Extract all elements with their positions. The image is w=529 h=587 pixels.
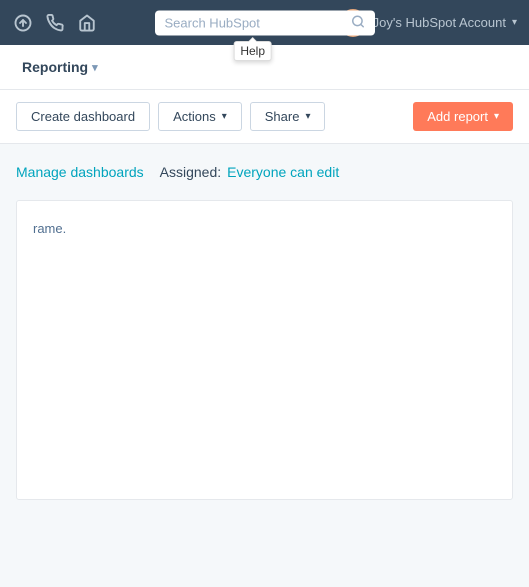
add-report-caret-icon: ▾: [494, 111, 499, 122]
account-name: Joy's HubSpot Account: [373, 15, 506, 30]
assigned-value[interactable]: Everyone can edit: [227, 164, 339, 180]
content-header: Manage dashboards Assigned: Everyone can…: [16, 164, 513, 180]
search-icon[interactable]: [351, 14, 365, 31]
assigned-section: Assigned: Everyone can edit: [160, 164, 340, 180]
manage-dashboards-link[interactable]: Manage dashboards: [16, 164, 144, 180]
search-bar: [155, 10, 375, 35]
add-report-button[interactable]: Add report ▾: [413, 102, 513, 131]
help-tooltip: Help: [233, 41, 272, 61]
phone-icon[interactable]: [44, 12, 66, 34]
main-content: Manage dashboards Assigned: Everyone can…: [0, 144, 529, 520]
share-button[interactable]: Share ▾: [250, 102, 326, 131]
search-input[interactable]: [165, 15, 345, 30]
share-caret-icon: ▾: [305, 111, 310, 122]
upload-icon[interactable]: [12, 12, 34, 34]
actions-caret-icon: ▾: [222, 111, 227, 122]
store-icon[interactable]: [76, 12, 98, 34]
reporting-caret-icon: ▾: [92, 61, 98, 74]
frame-text: rame.: [17, 201, 512, 256]
toolbar: Create dashboard Actions ▾ Share ▾ Add r…: [0, 90, 529, 144]
create-dashboard-button[interactable]: Create dashboard: [16, 102, 150, 131]
top-nav: ? Help J Joy's HubSpot Account ▾: [0, 0, 529, 45]
reporting-label: Reporting: [22, 59, 88, 75]
nav-icons-left: [12, 12, 98, 34]
dashboard-area: rame.: [16, 200, 513, 500]
actions-button[interactable]: Actions ▾: [158, 102, 242, 131]
account-caret-icon: ▾: [512, 17, 517, 28]
assigned-label: Assigned:: [160, 164, 221, 180]
reporting-nav-btn[interactable]: Reporting ▾: [16, 55, 104, 79]
